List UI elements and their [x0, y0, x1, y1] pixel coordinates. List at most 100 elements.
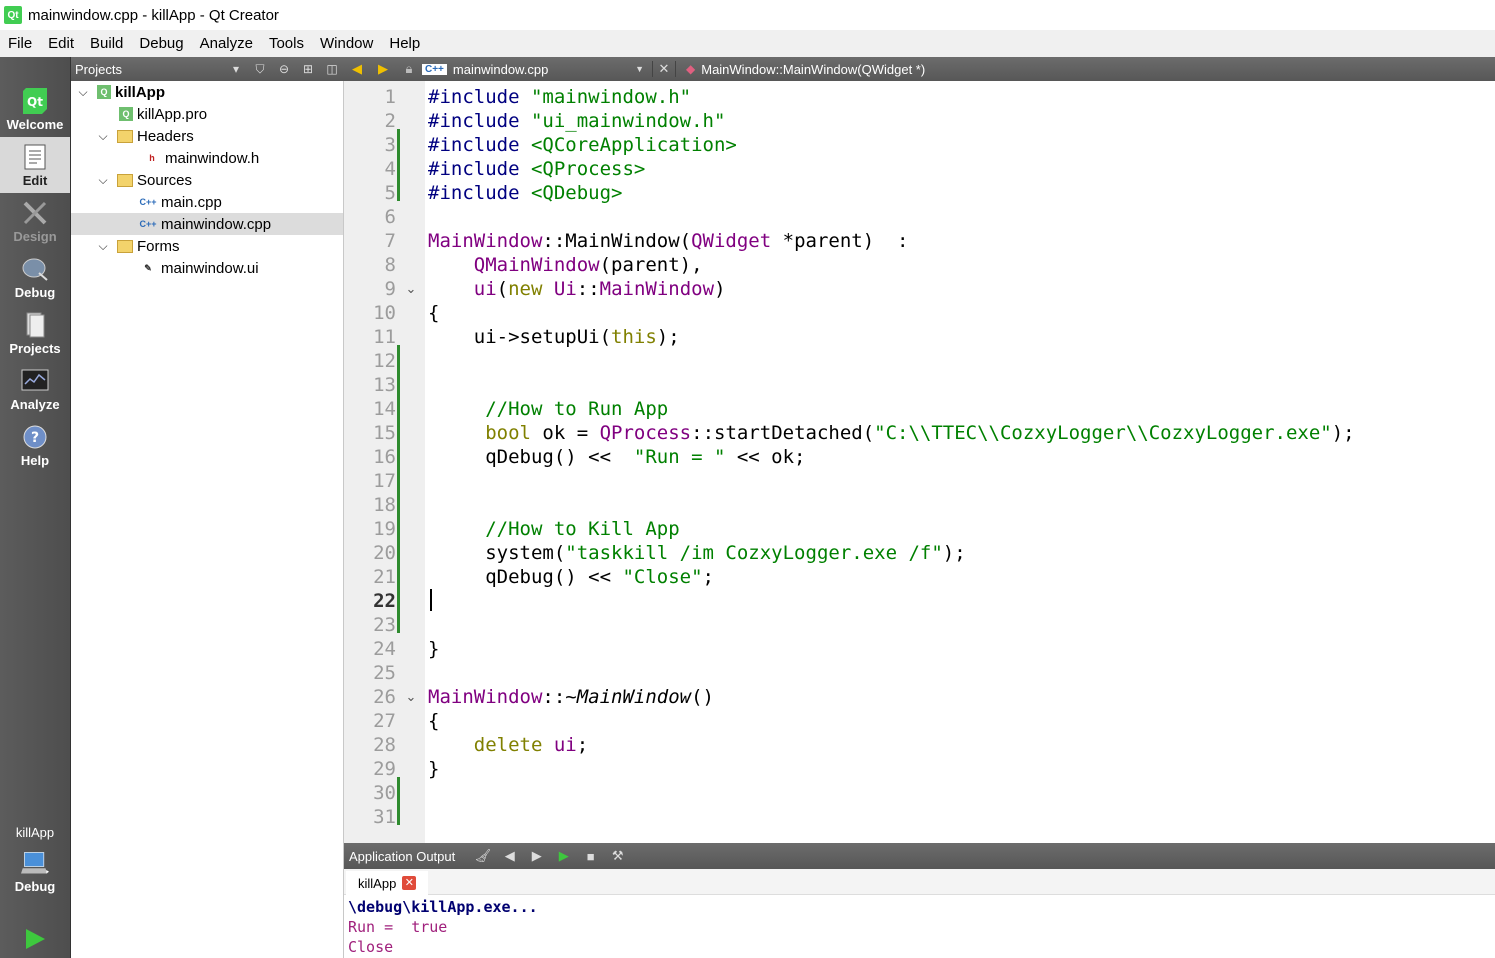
tree-item-killapp-pro[interactable]: Q killApp.pro — [71, 103, 343, 125]
tree-item-mainwindow-ui[interactable]: ✎ mainwindow.ui — [71, 257, 343, 279]
line-number[interactable]: 8 — [344, 253, 396, 277]
clear-output-icon[interactable]: 🧹︎ — [469, 848, 496, 864]
mode-analyze[interactable]: Analyze — [0, 361, 70, 417]
tree-item-mainwindow-cpp[interactable]: C++ mainwindow.cpp — [71, 213, 343, 235]
code-editor[interactable]: 1 2 3 4 5 6 7 8 9 10 11 12 13 14 15 16 17 18 19 20 21 22 23 24 2… — [344, 81, 1495, 843]
fold-chevron-icon[interactable]: ⌄ — [404, 277, 418, 301]
line-number[interactable]: 15 — [344, 421, 396, 445]
previous-item-icon[interactable]: ◀ — [496, 848, 523, 864]
run-button[interactable] — [0, 919, 70, 955]
line-number[interactable]: 19 — [344, 517, 396, 541]
code-line-14: //How to Run App — [428, 398, 669, 420]
line-number[interactable]: 24 — [344, 637, 396, 661]
line-number[interactable]: 14 — [344, 397, 396, 421]
line-number[interactable]: 12 — [344, 349, 396, 373]
line-number[interactable]: 17 — [344, 469, 396, 493]
mode-edit[interactable]: Edit — [0, 137, 70, 193]
line-number[interactable]: 11 — [344, 325, 396, 349]
close-tab-icon[interactable]: ✕ — [402, 876, 417, 890]
filter-icon[interactable]: ⛉ — [248, 62, 272, 77]
line-number[interactable]: 2 — [344, 109, 396, 133]
code-token: << ok; — [725, 446, 806, 468]
lock-icon[interactable]: 🔒︎ — [396, 61, 422, 77]
mode-help[interactable]: ? Help — [0, 417, 70, 473]
tree-item-headers[interactable]: ⌵ Headers — [71, 125, 343, 147]
code-line-20: system("taskkill /im CozxyLogger.exe /f"… — [428, 541, 965, 565]
line-number[interactable]: 30 — [344, 781, 396, 805]
menu-help[interactable]: Help — [381, 35, 428, 52]
next-item-icon[interactable]: ▶ — [523, 848, 550, 864]
split-icon[interactable]: ⊞ — [296, 62, 320, 76]
menu-window[interactable]: Window — [312, 35, 381, 52]
line-number[interactable]: 9 — [344, 277, 396, 301]
tree-item-forms[interactable]: ⌵ Forms — [71, 235, 343, 257]
line-number[interactable]: 26 — [344, 685, 396, 709]
code-token: ); — [656, 326, 680, 348]
menu-build[interactable]: Build — [82, 35, 131, 52]
line-number[interactable]: 3 — [344, 133, 396, 157]
tree-item-killapp[interactable]: ⌵ Q killApp — [71, 81, 343, 103]
projects-panel-title[interactable]: Projects — [75, 62, 224, 77]
close-document-icon[interactable]: ✕ — [652, 61, 676, 77]
line-number[interactable]: 4 — [344, 157, 396, 181]
code-line-29: } — [428, 758, 440, 780]
menu-edit[interactable]: Edit — [40, 35, 82, 52]
line-number[interactable]: 22 — [344, 589, 396, 613]
line-number[interactable]: 10 — [344, 301, 396, 325]
line-number[interactable]: 28 — [344, 733, 396, 757]
close-panel-icon[interactable]: ◫ — [320, 62, 344, 76]
menu-analyze[interactable]: Analyze — [192, 35, 261, 52]
rerun-icon[interactable]: ▶ — [550, 848, 577, 864]
line-number[interactable]: 23 — [344, 613, 396, 637]
svg-text:?: ? — [31, 430, 39, 446]
output-tab-killapp[interactable]: killApp ✕ — [346, 871, 429, 895]
projects-icon — [21, 311, 49, 339]
mode-welcome[interactable]: Qt Welcome — [0, 81, 70, 137]
application-output[interactable]: \debug\killApp.exe... Run = true Close — [344, 895, 1495, 958]
attach-debugger-icon[interactable]: ⚒ — [604, 848, 631, 864]
combo-arrow-icon[interactable]: ▾ — [224, 62, 248, 76]
menu-file[interactable]: File — [0, 35, 40, 52]
forward-arrow-icon[interactable]: ▶ — [370, 61, 396, 77]
mode-debug[interactable]: Debug — [0, 249, 70, 305]
line-number[interactable]: 25 — [344, 661, 396, 685]
sync-link-icon[interactable]: ⊖ — [272, 62, 296, 76]
fold-chevron-icon[interactable]: ⌄ — [404, 685, 418, 709]
open-documents-combo[interactable]: C++ mainwindow.cpp ▼ — [422, 62, 652, 77]
line-number[interactable]: 1 — [344, 85, 396, 109]
menu-tools[interactable]: Tools — [261, 35, 312, 52]
line-number[interactable]: 29 — [344, 757, 396, 781]
mode-bar: Qt Welcome Edit Design Debug Projects An… — [0, 57, 71, 958]
mode-projects[interactable]: Projects — [0, 305, 70, 361]
chevron-down-icon[interactable]: ⌵ — [95, 129, 111, 144]
code-line-19: //How to Kill App — [428, 518, 680, 540]
stop-icon[interactable]: ■ — [577, 849, 604, 864]
tree-item-label: killApp.pro — [137, 105, 208, 123]
code-line-21: qDebug() << "Close"; — [428, 565, 714, 589]
line-number[interactable]: 13 — [344, 373, 396, 397]
tree-item-sources[interactable]: ⌵ Sources — [71, 169, 343, 191]
chevron-down-icon[interactable]: ⌵ — [75, 85, 91, 100]
code-token: ui — [473, 278, 497, 300]
line-number[interactable]: 5 — [344, 181, 396, 205]
tree-item-main-cpp[interactable]: C++ main.cpp — [71, 191, 343, 213]
line-number[interactable]: 20 — [344, 541, 396, 565]
line-number[interactable]: 16 — [344, 445, 396, 469]
code-token: ) — [714, 278, 726, 300]
debug-bug-icon — [21, 255, 49, 283]
line-number[interactable]: 27 — [344, 709, 396, 733]
line-number[interactable]: 21 — [344, 565, 396, 589]
line-number[interactable]: 18 — [344, 493, 396, 517]
line-number[interactable]: 31 — [344, 805, 396, 829]
symbol-combo[interactable]: ◆ MainWindow::MainWindow(QWidget *) — [686, 62, 925, 77]
kit-selector[interactable]: Debug — [0, 843, 70, 899]
line-number[interactable]: 7 — [344, 229, 396, 253]
back-arrow-icon[interactable]: ◀ — [344, 61, 370, 77]
line-number[interactable]: 6 — [344, 205, 396, 229]
chevron-down-icon[interactable]: ⌵ — [95, 173, 111, 188]
menu-debug[interactable]: Debug — [131, 35, 191, 52]
tree-item-mainwindow-h[interactable]: h mainwindow.h — [71, 147, 343, 169]
chevron-down-icon[interactable]: ⌵ — [95, 239, 111, 254]
mode-design[interactable]: Design — [0, 193, 70, 249]
computer-monitor-icon — [21, 849, 49, 877]
